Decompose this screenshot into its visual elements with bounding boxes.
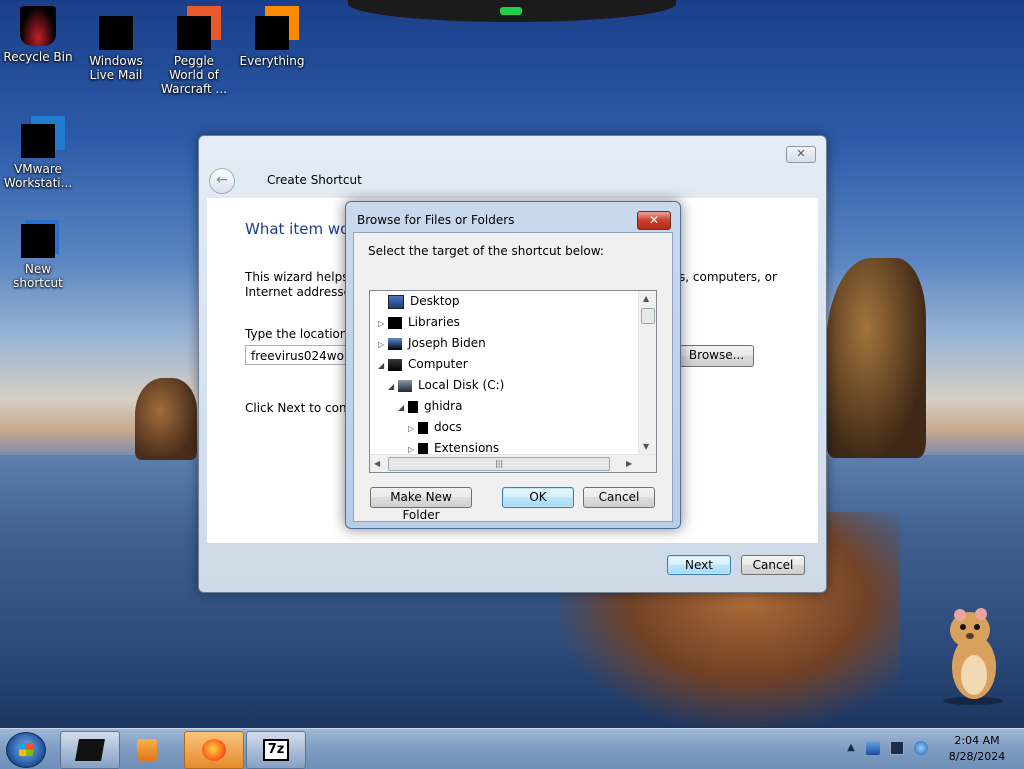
desktop-icon-label: Windows Live Mail — [89, 54, 143, 82]
peggle-icon — [177, 16, 211, 50]
libraries-icon — [388, 316, 402, 329]
tree-item-ghidra[interactable]: ◢ ghidra — [398, 396, 462, 417]
vmware-icon — [21, 124, 55, 158]
shortcut-icon — [21, 224, 55, 258]
clock-time: 2:04 AM — [954, 734, 1000, 747]
tree-item-label: Computer — [408, 357, 468, 371]
7zip-icon: 7z — [263, 739, 289, 761]
internet-explorer-icon[interactable] — [914, 741, 928, 755]
desktop-icon-peggle[interactable]: Peggle World of Warcraft ... — [156, 6, 232, 96]
browse-dialog-title: Browse for Files or Folders — [357, 213, 515, 227]
black-app-icon — [75, 739, 105, 761]
folder-tree[interactable]: Desktop ▷ Libraries ▷ Joseph Biden ◢ Comput… — [369, 290, 657, 473]
wizard-cancel-button[interactable]: Cancel — [741, 555, 805, 575]
desktop-icon-vmware[interactable]: VMware Workstati... — [0, 112, 76, 190]
action-center-icon[interactable] — [866, 741, 880, 755]
windows-live-mail-icon — [99, 16, 133, 50]
browse-button[interactable]: Browse... — [679, 345, 754, 367]
tree-item-label: Joseph Biden — [408, 336, 486, 350]
browse-close-button[interactable]: ✕ — [637, 211, 671, 230]
browse-prompt: Select the target of the shortcut below: — [368, 244, 604, 258]
desktop-icon-label: Peggle World of Warcraft ... — [161, 54, 227, 96]
next-instruction-text: Click Next to contir — [245, 401, 360, 415]
location-label: Type the location o — [245, 327, 359, 341]
wizard-title: Create Shortcut — [267, 173, 362, 187]
browse-dialog-body: Select the target of the shortcut below:… — [353, 232, 673, 522]
recycle-bin-icon — [20, 6, 56, 46]
scroll-left-icon[interactable]: ◀ — [374, 459, 380, 468]
wizard-description-line1: This wizard helps y — [245, 270, 360, 284]
desktop-icon-recycle-bin[interactable]: Recycle Bin — [0, 6, 76, 64]
vertical-scroll-thumb[interactable] — [641, 308, 655, 324]
next-button[interactable]: Next — [667, 555, 731, 575]
wallpaper-rock-right — [826, 258, 926, 458]
ok-button[interactable]: OK — [502, 487, 574, 508]
wizard-description-tail: s, computers, or — [679, 270, 777, 284]
clock-date: 8/28/2024 — [948, 750, 1006, 763]
desktop-icon-label: Everything — [239, 54, 305, 68]
taskbar: 7z ▲ 2:04 AM 8/28/2024 — [0, 728, 1024, 769]
tree-item-label: docs — [434, 420, 462, 434]
tree-item-label: Extensions — [434, 441, 500, 455]
scroll-up-icon[interactable]: ▲ — [643, 294, 649, 303]
horizontal-scrollbar[interactable]: ◀ ||| ▶ — [370, 454, 656, 472]
tree-item-label: Libraries — [408, 315, 460, 329]
clock[interactable]: 2:04 AM 8/28/2024 — [942, 733, 1012, 765]
notch-led-icon — [500, 7, 522, 15]
back-arrow-icon[interactable]: ← — [209, 168, 235, 194]
desktop-icon-label: New shortcut — [13, 262, 63, 290]
firefox-icon — [202, 739, 226, 761]
desktop-icon-new-shortcut[interactable]: New shortcut — [0, 214, 76, 290]
browse-cancel-button[interactable]: Cancel — [583, 487, 655, 508]
desktop-icon-windows-live-mail[interactable]: Windows Live Mail — [78, 6, 154, 82]
folder-icon — [418, 442, 428, 455]
everything-icon — [255, 16, 289, 50]
desktop-icon-label: VMware Workstati... — [3, 162, 73, 190]
computer-icon — [388, 358, 402, 371]
horizontal-scroll-thumb[interactable]: ||| — [388, 457, 610, 471]
tree-item-computer[interactable]: ◢ Computer — [378, 354, 468, 375]
tree-item-label: Desktop — [410, 294, 460, 308]
tree-expander[interactable]: ▷ — [408, 418, 418, 439]
user-folder-icon — [388, 337, 402, 350]
taskbar-app-button[interactable] — [60, 731, 120, 769]
system-tray: ▲ 2:04 AM 8/28/2024 — [842, 729, 1024, 769]
tree-item-desktop[interactable]: Desktop — [378, 291, 460, 312]
tree-item-local-disk[interactable]: ◢ Local Disk (C:) — [388, 375, 504, 396]
tree-expander[interactable]: ◢ — [398, 397, 408, 418]
windows-logo-icon — [19, 743, 33, 756]
tree-expander[interactable]: ▷ — [378, 313, 388, 334]
disk-icon — [398, 379, 412, 392]
browse-dialog: Browse for Files or Folders ✕ Select the… — [345, 201, 681, 529]
taskbar-7zip-button[interactable]: 7z — [246, 731, 306, 769]
media-player-icon — [137, 739, 157, 761]
tree-item-joseph-biden[interactable]: ▷ Joseph Biden — [378, 333, 486, 354]
desktop-icon-label: Recycle Bin — [3, 50, 73, 64]
scroll-down-icon[interactable]: ▼ — [643, 442, 649, 451]
show-hidden-icons-icon[interactable]: ▲ — [844, 741, 858, 755]
taskbar-firefox-button[interactable] — [184, 731, 244, 769]
folder-icon — [418, 421, 428, 434]
vertical-scrollbar[interactable]: ▲ ▼ — [638, 291, 656, 455]
network-icon[interactable] — [890, 741, 904, 755]
tree-item-label: ghidra — [424, 399, 463, 413]
tree-expander[interactable]: ◢ — [378, 355, 388, 376]
desktop-icon — [388, 294, 404, 309]
wizard-heading: What item wou — [245, 220, 359, 238]
tree-item-libraries[interactable]: ▷ Libraries — [378, 312, 460, 333]
start-button[interactable] — [6, 732, 46, 768]
folder-icon — [408, 400, 418, 413]
desktop-icon-everything[interactable]: Everything — [234, 6, 310, 68]
make-new-folder-button[interactable]: Make New Folder — [370, 487, 472, 522]
wallpaper-rock-left — [135, 378, 197, 460]
tree-item-label: Local Disk (C:) — [418, 378, 505, 392]
scroll-right-icon[interactable]: ▶ — [626, 459, 632, 468]
hamster-mascot-icon — [943, 608, 1003, 705]
taskbar-media-player-button[interactable] — [122, 731, 182, 769]
wizard-description-line2: Internet addresses. — [245, 285, 362, 299]
tree-expander[interactable]: ▷ — [378, 334, 388, 355]
wizard-close-button[interactable]: ✕ — [786, 146, 816, 163]
tree-item-docs[interactable]: ▷ docs — [408, 417, 462, 438]
tree-expander[interactable]: ◢ — [388, 376, 398, 397]
